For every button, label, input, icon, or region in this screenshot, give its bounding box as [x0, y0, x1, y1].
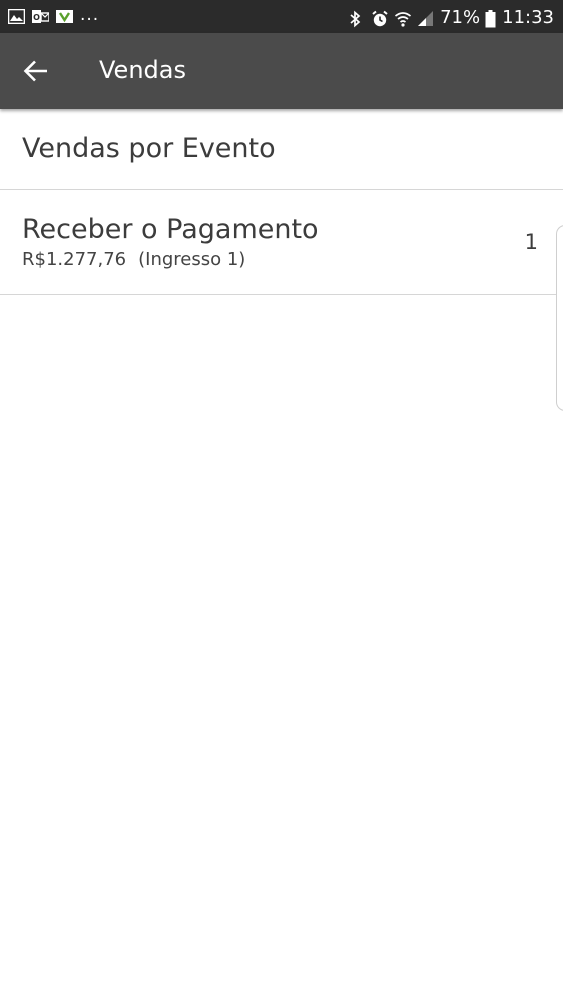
- back-button[interactable]: [14, 49, 58, 93]
- bluetooth-icon: [348, 10, 365, 27]
- clock: 11:33: [502, 6, 554, 28]
- list-item-count: 1: [524, 230, 538, 254]
- list-item-subtitle: R$1.277,76 (Ingresso 1): [22, 248, 245, 272]
- system-status-area: 71% 11:33: [348, 4, 554, 30]
- more-notifications-indicator: ...: [80, 4, 100, 25]
- vivo-icon: [56, 9, 73, 24]
- signal-icon: [417, 10, 434, 26]
- section-header-label: Vendas por Evento: [22, 133, 276, 164]
- battery-percent: 71%: [440, 6, 481, 28]
- list-item-detail: (Ingresso 1): [138, 249, 246, 270]
- page-title: Vendas: [99, 56, 186, 84]
- section-header: Vendas por Evento: [0, 110, 563, 190]
- outlook-icon: O: [32, 9, 50, 24]
- wifi-icon: [394, 10, 412, 27]
- arrow-left-icon: [23, 60, 47, 82]
- gallery-icon: [7, 8, 26, 24]
- edge-panel-handle[interactable]: [556, 225, 563, 411]
- list-item-amount: R$1.277,76: [22, 249, 127, 270]
- svg-text:O: O: [33, 13, 40, 22]
- list-item-title: Receber o Pagamento: [22, 214, 319, 245]
- app-bar: Vendas: [0, 33, 563, 109]
- list-item[interactable]: Receber o Pagamento R$1.277,76 (Ingresso…: [0, 190, 563, 295]
- status-bar: O ... 71% 11:33: [0, 0, 563, 33]
- alarm-icon: [371, 10, 388, 26]
- notification-area: O ...: [7, 4, 100, 26]
- battery-icon: [485, 9, 496, 27]
